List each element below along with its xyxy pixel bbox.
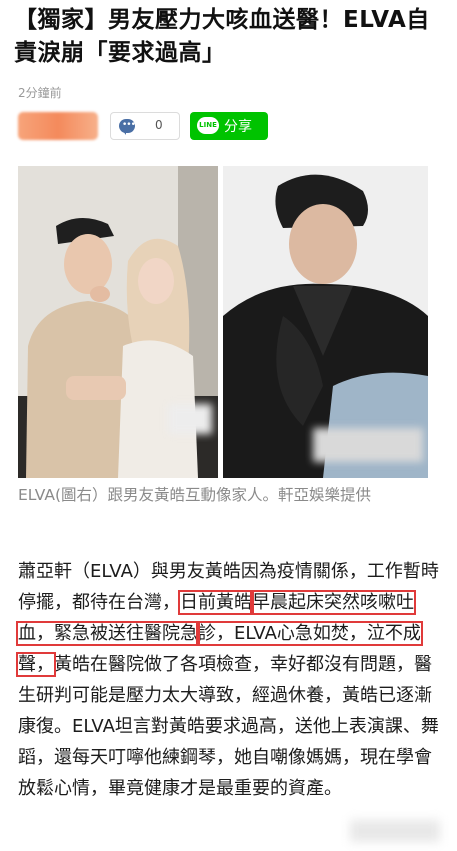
article-title: 【獨家】男友壓力大咳血送醫！ELVA自責淚崩「要求過高」 (14, 7, 430, 66)
blur-patch (168, 404, 212, 434)
blur-patch (350, 820, 440, 842)
photo-couple (18, 166, 218, 478)
blurred-reaction-button[interactable] (18, 112, 98, 140)
blur-patch (313, 428, 423, 462)
article-photo (18, 166, 428, 478)
highlighted-text: 日前黃皓 (178, 590, 254, 615)
line-logo-icon: LINE (197, 117, 219, 134)
comment-button[interactable]: ••• 0 (110, 112, 180, 140)
timestamp: 2分鐘前 (18, 86, 62, 100)
speech-bubble-icon: ••• (119, 119, 136, 135)
line-share-button[interactable]: LINE 分享 (190, 112, 268, 140)
body-text: 黃皓在醫院做了各項檢查，幸好都沒有問題，醫生研判可能是壓力太大導致，經過休養，黃… (18, 654, 439, 799)
article-body: 蕭亞軒（ELVA）與男友黃皓因為疫情關係，工作暫時停擺，都待在台灣，日前黃皓早晨… (16, 556, 446, 804)
share-label: 分享 (224, 119, 252, 135)
photo-portrait (223, 166, 428, 478)
image-caption: ELVA(圖右）跟男友黃皓互動像家人。軒亞娛樂提供 (18, 486, 371, 504)
comment-count: 0 (155, 118, 163, 132)
